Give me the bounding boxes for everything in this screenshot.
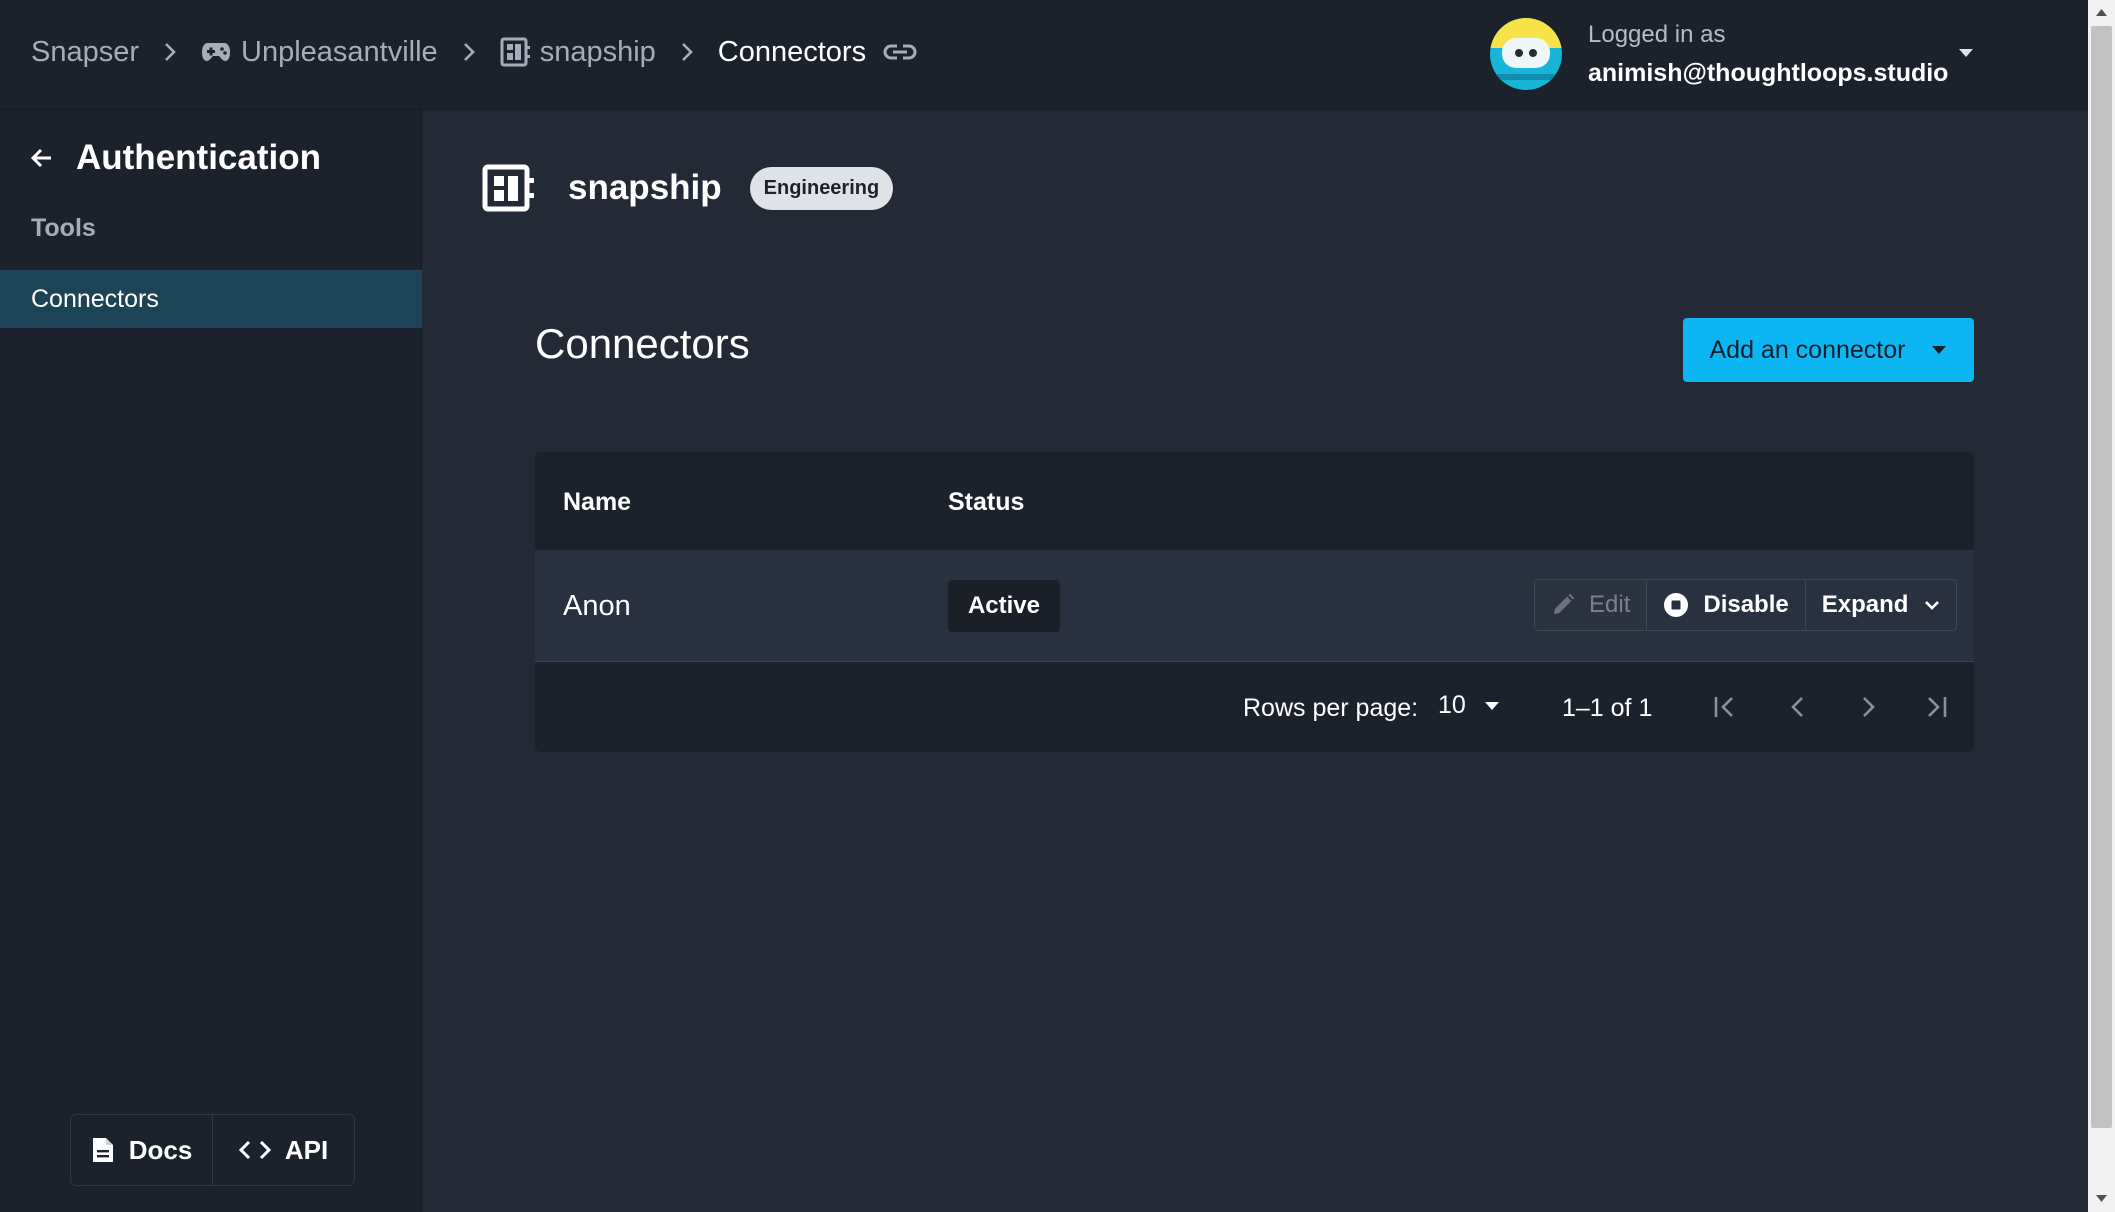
link-icon[interactable] xyxy=(882,42,918,62)
breadcrumb-project[interactable]: snapship xyxy=(500,36,656,69)
scroll-down-icon[interactable] xyxy=(2095,1194,2108,1203)
caret-down-icon xyxy=(1484,701,1500,711)
dashboard-icon xyxy=(500,37,530,67)
code-icon xyxy=(238,1139,271,1161)
sidebar-section-tools: Tools xyxy=(31,214,96,242)
gamepad-icon xyxy=(201,41,231,63)
chevron-right-icon xyxy=(680,41,694,63)
sidebar-header: Authentication xyxy=(30,138,321,178)
chevron-down-icon xyxy=(1924,600,1940,610)
arrow-left-icon[interactable] xyxy=(30,146,54,170)
expand-button[interactable]: Expand xyxy=(1804,580,1957,630)
sidebar-footer: Docs API xyxy=(70,1114,355,1186)
top-bar: Snapser Unpleasantville snapship Connect… xyxy=(0,0,2088,110)
first-page-icon[interactable] xyxy=(1712,694,1738,720)
sidebar-title: Authentication xyxy=(76,138,321,177)
document-icon xyxy=(91,1136,115,1164)
column-header-name[interactable]: Name xyxy=(563,488,631,517)
chevron-right-icon xyxy=(163,41,177,63)
stop-circle-icon xyxy=(1663,592,1689,618)
dashboard-icon xyxy=(482,164,536,212)
pencil-icon xyxy=(1551,593,1575,617)
project-header: snapship Engineering xyxy=(482,164,894,212)
row-actions: Edit Disable Expand xyxy=(1534,579,1958,631)
breadcrumb-current: Connectors xyxy=(718,36,918,69)
sidebar: Authentication Tools Connectors Docs API xyxy=(0,110,422,1212)
rows-per-page-label: Rows per page: xyxy=(1243,694,1419,722)
environment-badge: Engineering xyxy=(749,166,894,210)
connectors-table: Name Status Anon Active Edit Disable Exp… xyxy=(535,452,1974,752)
sidebar-item-label: Connectors xyxy=(31,284,159,313)
scroll-up-icon[interactable] xyxy=(2095,8,2108,17)
column-header-status[interactable]: Status xyxy=(948,488,1024,517)
next-page-icon[interactable] xyxy=(1855,694,1881,720)
rows-per-page-select[interactable]: 10 xyxy=(1438,691,1500,720)
user-email: animish@thoughtloops.studio xyxy=(1588,58,1949,87)
table-pagination: Rows per page: 10 1–1 of 1 xyxy=(535,662,1974,752)
project-name: snapship xyxy=(568,168,722,207)
last-page-icon[interactable] xyxy=(1923,694,1949,720)
sidebar-item-connectors[interactable]: Connectors xyxy=(0,270,422,328)
logged-in-label: Logged in as xyxy=(1588,20,1726,48)
table-header: Name Status xyxy=(535,452,1974,550)
connector-name: Anon xyxy=(563,590,631,622)
prev-page-icon[interactable] xyxy=(1785,694,1811,720)
edit-button[interactable]: Edit xyxy=(1535,580,1647,630)
breadcrumb-company[interactable]: Unpleasantville xyxy=(201,36,438,69)
caret-down-icon xyxy=(1931,345,1947,355)
breadcrumb: Snapser Unpleasantville snapship Connect… xyxy=(31,0,918,104)
breadcrumb-root[interactable]: Snapser xyxy=(31,36,139,69)
page-title: Connectors xyxy=(535,320,750,367)
add-connector-button[interactable]: Add an connector xyxy=(1683,318,1974,382)
api-button[interactable]: API xyxy=(212,1115,354,1185)
chevron-right-icon xyxy=(462,41,476,63)
avatar[interactable] xyxy=(1490,18,1562,90)
table-row: Anon Active Edit Disable Expand xyxy=(535,550,1974,662)
disable-button[interactable]: Disable xyxy=(1646,580,1804,630)
page-scrollbar[interactable] xyxy=(2088,0,2115,1212)
scrollbar-thumb[interactable] xyxy=(2091,26,2112,1128)
docs-button[interactable]: Docs xyxy=(71,1115,212,1185)
user-info: Logged in as animish@thoughtloops.studio xyxy=(1588,21,1948,88)
user-menu[interactable]: Logged in as animish@thoughtloops.studio xyxy=(1490,18,1973,90)
pagination-range: 1–1 of 1 xyxy=(1562,694,1653,722)
caret-down-icon[interactable] xyxy=(1958,48,1974,58)
status-badge: Active xyxy=(948,580,1060,632)
